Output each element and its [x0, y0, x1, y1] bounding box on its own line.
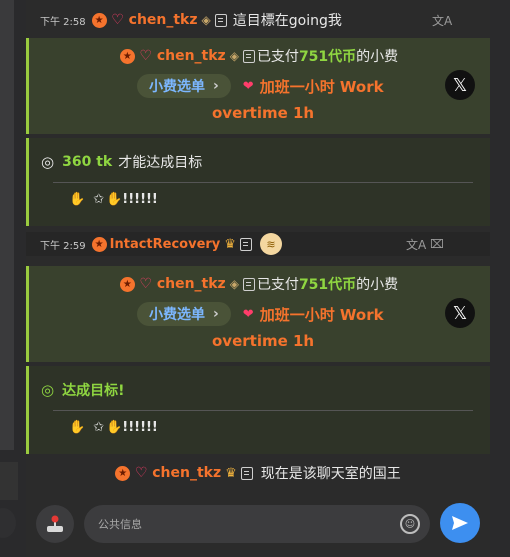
- username[interactable]: IntactRecovery: [110, 237, 221, 252]
- username[interactable]: chen_tkz: [152, 465, 221, 481]
- app-root: 下午 2:58 ★ ♡ chen_tkz ◈ 這目標在going我 文A ★ ♡…: [0, 0, 510, 557]
- translate-icon[interactable]: 文A: [432, 12, 452, 29]
- hand-icon: ✋: [106, 420, 123, 435]
- heart-badge-icon: ♡: [139, 48, 153, 64]
- divider: [53, 182, 473, 183]
- tip-menu-button[interactable]: 小费选单 ›: [137, 302, 231, 326]
- tip-item-line2: overtime 1h: [212, 332, 315, 350]
- document-icon: [214, 13, 227, 27]
- star-badge-icon: ★: [119, 48, 135, 64]
- translate-icon[interactable]: 文A: [406, 236, 426, 253]
- message-input[interactable]: 公共信息 ☺: [84, 505, 430, 543]
- tip-menu-button[interactable]: 小费选单 ›: [137, 74, 231, 98]
- hand-icon: ✋: [69, 192, 86, 207]
- joystick-icon: [47, 515, 63, 532]
- no-translate-icon[interactable]: ⌧: [430, 237, 444, 251]
- chat-log[interactable]: 下午 2:58 ★ ♡ chen_tkz ◈ 這目標在going我 文A ★ ♡…: [26, 0, 490, 493]
- goal-amount: 360 tk: [62, 154, 113, 170]
- chevron-right-icon: ›: [213, 306, 219, 322]
- document-icon: [240, 466, 253, 480]
- tip-item-line1: 加班一小时 Work: [259, 77, 384, 96]
- heart-icon: ❤: [242, 306, 254, 322]
- chevron-right-icon: ›: [213, 78, 219, 94]
- exclaim-text: !!!!!!: [122, 420, 158, 435]
- goal-header: ◎ 达成目标!: [41, 380, 124, 400]
- document-icon: [242, 277, 255, 291]
- x-logo-icon[interactable]: 𝕏: [445, 70, 475, 100]
- star-badge-icon: ★: [119, 276, 135, 292]
- king-notice: ★ ♡ chen_tkz ♛ 现在是该聊天室的国王: [26, 460, 490, 486]
- tip-notice: ★ ♡ chen_tkz ◈ 已支付 751代币 的小费 小费选单 › ❤ 加班一…: [26, 266, 490, 362]
- exclaim-text: !!!!!!: [122, 192, 158, 207]
- tip-header: ★ ♡ chen_tkz ◈ 已支付 751代币 的小费: [29, 46, 489, 66]
- goal-icon: ◎: [41, 381, 55, 399]
- goal-header: ◎ 360 tk 才能达成目标: [41, 152, 202, 172]
- chat-message: 下午 2:58 ★ ♡ chen_tkz ◈ 這目標在going我 文A: [26, 10, 490, 30]
- x-logo-icon[interactable]: 𝕏: [445, 298, 475, 328]
- shield-icon: ◈: [229, 277, 239, 291]
- tip-paid-suffix: 的小费: [356, 277, 399, 293]
- star-badge-icon: ★: [115, 465, 131, 481]
- heart-badge-icon: ♡: [111, 12, 124, 28]
- king-text: 现在是该聊天室的国王: [260, 466, 401, 482]
- goal-text: 才能达成目标: [118, 155, 203, 171]
- crown-icon: ♛: [225, 465, 237, 481]
- tip-amount: 751代币: [298, 277, 357, 293]
- heart-badge-icon: ♡: [139, 276, 153, 292]
- sparkle-icon: ✩: [93, 420, 105, 435]
- tip-menu-label: 小费选单: [149, 307, 205, 323]
- left-panel-block: [0, 462, 18, 500]
- joystick-button[interactable]: [36, 505, 74, 543]
- goal-subtitle: ✋ ✩ ✋ !!!!!!: [69, 192, 158, 207]
- username[interactable]: chen_tkz: [157, 276, 226, 292]
- right-panel: [490, 0, 510, 557]
- left-panel-edge: [0, 0, 14, 450]
- tip-notice: ★ ♡ chen_tkz ◈ 已支付 751代币 的小费 小费选单 › ❤ 加班一…: [26, 38, 490, 134]
- sparkle-icon: ✩: [93, 192, 105, 207]
- tip-item-row: 小费选单 › ❤ 加班一小时 Work: [137, 302, 384, 326]
- tip-paid-prefix: 已支付: [256, 49, 299, 65]
- shield-icon: ◈: [201, 13, 211, 27]
- divider: [53, 410, 473, 411]
- message-time: 下午 2:58: [40, 16, 86, 28]
- tip-item-line1: 加班一小时 Work: [259, 305, 384, 324]
- tip-paid-suffix: 的小费: [356, 49, 399, 65]
- goal-notice: ◎ 360 tk 才能达成目标 ✋ ✩ ✋ !!!!!!: [26, 138, 490, 226]
- tip-menu-label: 小费选单: [149, 79, 205, 95]
- star-badge-icon: ★: [91, 12, 107, 28]
- message-composer: 公共信息 ☺: [26, 493, 490, 557]
- crown-icon: ♛: [224, 236, 236, 252]
- goal-subtitle: ✋ ✩ ✋ !!!!!!: [69, 420, 158, 435]
- emoji-face-icon: ≋: [259, 233, 282, 255]
- input-placeholder: 公共信息: [98, 518, 142, 531]
- emoji-icon[interactable]: ☺: [400, 514, 420, 534]
- star-badge-icon: ★: [91, 236, 107, 252]
- tip-header: ★ ♡ chen_tkz ◈ 已支付 751代币 的小费: [29, 274, 489, 294]
- shield-icon: ◈: [229, 49, 239, 63]
- tip-item-row: 小费选单 › ❤ 加班一小时 Work: [137, 74, 384, 98]
- hand-icon: ✋: [69, 420, 86, 435]
- message-text: 這目標在going我: [232, 13, 342, 29]
- tip-amount: 751代币: [298, 49, 357, 65]
- tip-item-line2: overtime 1h: [212, 104, 315, 122]
- heart-icon: ❤: [242, 78, 254, 94]
- goal-text: 达成目标!: [62, 383, 125, 399]
- username[interactable]: chen_tkz: [129, 12, 198, 28]
- goal-icon: ◎: [41, 153, 55, 171]
- tip-paid-prefix: 已支付: [256, 277, 299, 293]
- goal-notice: ◎ 达成目标! ✋ ✩ ✋ !!!!!!: [26, 366, 490, 454]
- document-icon: [242, 49, 255, 63]
- document-icon: [239, 237, 252, 251]
- send-button[interactable]: [440, 503, 480, 543]
- message-time: 下午 2:59: [40, 240, 86, 252]
- chat-message: 下午 2:59 ★ IntactRecovery ♛ ≋ 文A ⌧: [26, 232, 490, 256]
- send-icon: [452, 516, 468, 530]
- heart-badge-icon: ♡: [134, 465, 148, 481]
- hand-icon: ✋: [106, 192, 123, 207]
- username[interactable]: chen_tkz: [157, 48, 226, 64]
